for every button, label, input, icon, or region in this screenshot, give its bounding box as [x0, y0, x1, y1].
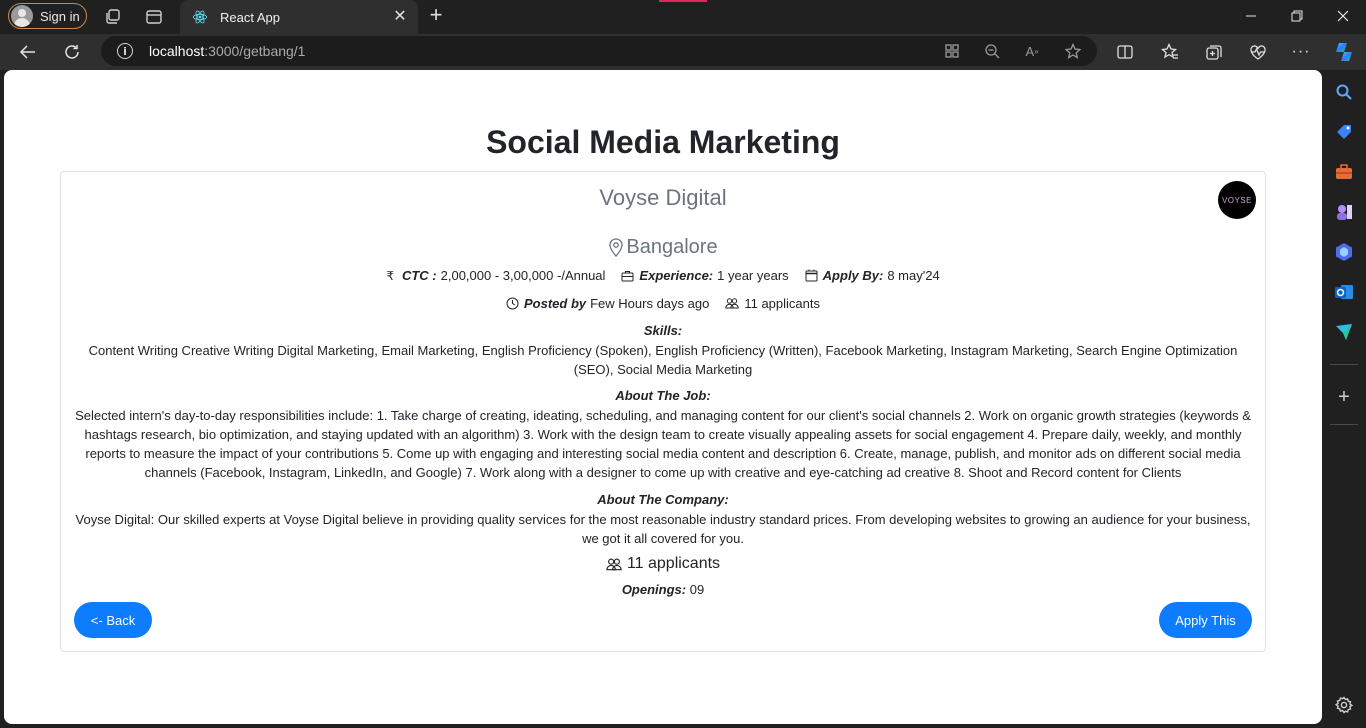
company-logo: VOYSE — [1218, 181, 1256, 219]
people-icon — [725, 298, 740, 309]
skills-text: Content Writing Creative Writing Digital… — [88, 343, 1238, 377]
back-button[interactable]: <- Back — [74, 602, 152, 638]
briefcase-icon — [621, 270, 634, 281]
signin-label: Sign in — [40, 8, 80, 24]
clock-icon — [506, 297, 519, 310]
calendar-icon — [805, 269, 818, 282]
outlook-icon[interactable] — [1333, 281, 1355, 303]
collections-icon[interactable] — [1203, 41, 1225, 63]
more-options-icon[interactable]: ··· — [1290, 41, 1312, 63]
new-tab-icon[interactable]: + — [425, 4, 447, 27]
add-sidebar-app-icon[interactable]: + — [1333, 386, 1355, 408]
copilot-icon[interactable] — [1332, 40, 1356, 64]
split-screen-icon[interactable] — [1114, 41, 1136, 63]
react-icon — [192, 10, 208, 24]
tab-react-app[interactable]: React App ✕ — [180, 0, 418, 34]
vertical-tabs-icon[interactable] — [144, 7, 164, 27]
recording-indicator — [659, 0, 707, 2]
job-detail-card: Voyse Digital VOYSE Bangalore ₹ CTC : 2,… — [60, 171, 1266, 652]
location-text: Bangalore — [626, 236, 718, 258]
read-aloud-icon[interactable]: A» — [1023, 42, 1041, 60]
about-job-text: Selected intern's day-to-day responsibil… — [75, 408, 1251, 480]
ctc-info: ₹ CTC : 2,00,000 - 3,00,000 -/Annual — [386, 268, 606, 283]
favorite-star-icon[interactable] — [1064, 42, 1082, 60]
rupee-icon: ₹ — [386, 268, 394, 283]
company-name: Voyse Digital — [599, 185, 727, 210]
skills-heading: Skills: — [643, 323, 683, 338]
about-job-heading: About The Job: — [615, 388, 711, 403]
about-company-heading: About The Company: — [597, 492, 729, 507]
job-meta-row: ₹ CTC : 2,00,000 - 3,00,000 -/Annual Exp… — [61, 268, 1265, 283]
window-close-icon[interactable] — [1320, 0, 1366, 32]
tab-title: React App — [220, 9, 280, 25]
openings-info: Openings: 09 — [621, 582, 705, 597]
experience-info: Experience: 1 year years — [621, 268, 789, 283]
apply-by-info: Apply By: 8 may'24 — [805, 268, 940, 283]
sidebar-divider — [1330, 424, 1358, 425]
applicants-count: 11 applicants — [61, 555, 1265, 573]
about-company-text: Voyse Digital: Our skilled experts at Vo… — [75, 512, 1251, 546]
tools-briefcase-icon[interactable] — [1333, 161, 1355, 183]
applicants-info: 11 applicants — [725, 296, 820, 311]
profile-signin-button[interactable]: Sign in — [8, 3, 87, 29]
edge-sidebar: + — [1322, 70, 1366, 728]
sidebar-divider — [1330, 364, 1358, 365]
tab-strip: Sign in React App ✕ + — [0, 0, 1366, 34]
settings-gear-icon[interactable] — [1333, 694, 1355, 716]
location-pin-icon — [609, 237, 624, 257]
browser-toolbar: i localhost:3000/getbang/1 A» ··· — [0, 34, 1366, 70]
apps-icon[interactable] — [943, 42, 961, 60]
site-info-icon[interactable]: i — [117, 43, 133, 59]
address-bar[interactable]: i localhost:3000/getbang/1 A» — [101, 36, 1097, 66]
search-icon[interactable] — [1333, 81, 1355, 103]
avatar — [11, 5, 33, 27]
shopping-tag-icon[interactable] — [1333, 121, 1355, 143]
page-title: Social Media Marketing — [486, 124, 840, 160]
people-icon — [606, 558, 622, 570]
url-text: localhost:3000/getbang/1 — [149, 43, 306, 59]
job-location: Bangalore — [61, 236, 1265, 259]
page-viewport: Social Media Marketing Voyse Digital VOY… — [4, 70, 1322, 724]
posted-row: Posted by Few Hours days ago 11 applican… — [61, 296, 1265, 311]
favorites-icon[interactable] — [1159, 41, 1181, 63]
workspaces-icon[interactable] — [103, 7, 123, 27]
minimize-icon[interactable] — [1228, 0, 1274, 32]
games-icon[interactable] — [1333, 201, 1355, 223]
browser-essentials-icon[interactable] — [1247, 41, 1269, 63]
microsoft-365-icon[interactable] — [1333, 241, 1355, 263]
tab-close-icon[interactable]: ✕ — [392, 9, 408, 25]
refresh-icon[interactable] — [58, 38, 86, 66]
send-drop-icon[interactable] — [1333, 321, 1355, 343]
apply-button[interactable]: Apply This — [1159, 602, 1252, 638]
restore-icon[interactable] — [1274, 0, 1320, 32]
zoom-out-icon[interactable] — [983, 42, 1001, 60]
posted-info: Posted by Few Hours days ago — [506, 296, 709, 311]
back-arrow-icon[interactable] — [14, 38, 42, 66]
